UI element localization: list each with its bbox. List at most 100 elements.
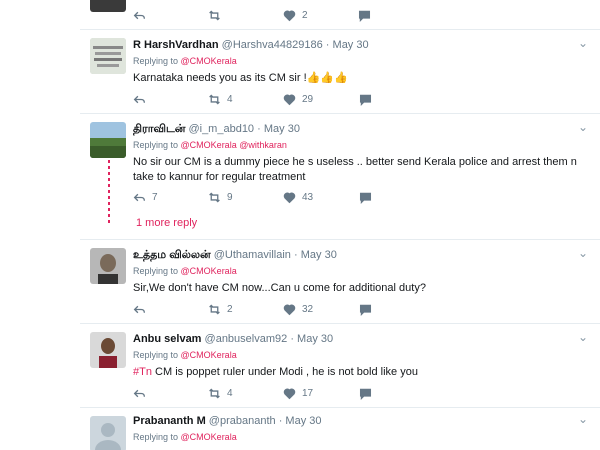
caret-down-icon[interactable]: ⌄ [578, 120, 588, 134]
timestamp[interactable]: May 30 [297, 333, 333, 345]
reply-icon [133, 11, 146, 19]
retweet-icon [209, 192, 220, 202]
default-avatar-icon [90, 416, 126, 450]
like-icon [283, 304, 296, 315]
retweet-action[interactable]: 2 [208, 303, 237, 316]
user-handle[interactable]: @prabananth [209, 415, 276, 427]
like-action[interactable]: 17 [283, 387, 313, 400]
like-action[interactable]: 29 [283, 93, 313, 106]
mention-link[interactable]: @CMOKerala [181, 56, 237, 66]
retweet-action[interactable]: 4 [208, 93, 237, 106]
avatar-image [90, 248, 126, 284]
avatar[interactable] [90, 416, 126, 450]
user-handle[interactable]: @Harshva44829186 [222, 39, 323, 51]
user-name[interactable]: Anbu selvam [133, 333, 201, 345]
tweet-actions: 2 [133, 8, 423, 22]
replying-to: Replying to @CMOKerala @withkaran [133, 140, 287, 150]
tweet-header: Prabananth M @prabananth · May 30 [133, 414, 590, 428]
replying-to: Replying to @CMOKerala [133, 350, 237, 360]
retweet-icon [209, 10, 220, 20]
avatar[interactable] [90, 248, 126, 284]
mention-link[interactable]: @CMOKerala [181, 266, 237, 276]
timestamp[interactable]: May 30 [333, 39, 369, 51]
like-icon [283, 388, 296, 399]
thread-line [108, 160, 110, 226]
hashtag-link[interactable]: #Tn [133, 366, 152, 378]
like-icon [283, 192, 296, 203]
mention-link[interactable]: @CMOKerala [181, 432, 237, 442]
tweet-body: R HarshVardhan @Harshva44829186 · May 30… [133, 38, 590, 86]
user-name[interactable]: Prabananth M [133, 415, 206, 427]
tweet-actions: 2 32 [133, 302, 424, 316]
dm-action[interactable] [359, 387, 378, 400]
retweet-icon [209, 388, 220, 398]
avatar[interactable] [90, 0, 126, 12]
dm-action[interactable] [359, 191, 378, 204]
tweet-body: Prabananth M @prabananth · May 30 Replyi… [133, 414, 590, 443]
separator: · [257, 123, 261, 135]
caret-down-icon[interactable]: ⌄ [578, 36, 588, 50]
retweet-action[interactable]: 9 [208, 191, 237, 204]
tweet-1: R HarshVardhan @Harshva44829186 · May 30… [80, 30, 600, 114]
reply-icon [133, 193, 146, 201]
timestamp[interactable]: May 30 [285, 415, 321, 427]
tweet-text: Sir,We don't have CM now...Can u come fo… [133, 282, 426, 294]
dm-icon [360, 192, 372, 204]
tweet-4: Anbu selvam @anbuselvam92 · May 30 Reply… [80, 324, 600, 408]
mention-link[interactable]: @withkaran [239, 140, 287, 150]
reply-icon [133, 389, 146, 397]
like-action[interactable]: 2 [283, 9, 312, 22]
like-icon [283, 10, 296, 21]
tweet-body: உத்தம வில்லன் @Uthamavillain · May 30 Re… [133, 248, 590, 296]
caret-down-icon[interactable]: ⌄ [578, 412, 588, 426]
reply-icon [133, 305, 146, 313]
user-handle[interactable]: @Uthamavillain [214, 249, 291, 261]
tweet-0: 2 [80, 0, 600, 30]
like-icon [283, 94, 296, 105]
retweet-action[interactable] [208, 9, 237, 22]
tweet-actions: 4 17 [133, 386, 424, 400]
dm-icon [360, 388, 372, 400]
tweet-5: Prabananth M @prabananth · May 30 Replyi… [80, 408, 600, 450]
user-name[interactable]: R HarshVardhan [133, 39, 219, 51]
timestamp[interactable]: May 30 [264, 123, 300, 135]
user-handle[interactable]: @i_m_abd10 [188, 123, 254, 135]
tweet-text: Karnataka needs you as its CM sir !👍👍👍 [133, 72, 348, 84]
more-reply-link[interactable]: 1 more reply [136, 217, 197, 229]
avatar-image [90, 332, 126, 368]
dm-action[interactable] [359, 93, 378, 106]
tweet-body: Anbu selvam @anbuselvam92 · May 30 Reply… [133, 332, 590, 380]
replying-to: Replying to @CMOKerala [133, 432, 237, 442]
avatar[interactable] [90, 332, 126, 368]
replying-to: Replying to @CMOKerala [133, 266, 237, 276]
retweet-action[interactable]: 4 [208, 387, 237, 400]
like-action[interactable]: 32 [283, 303, 313, 316]
separator: · [294, 249, 298, 261]
reply-action[interactable] [133, 303, 162, 316]
tweet-header: Anbu selvam @anbuselvam92 · May 30 [133, 332, 590, 346]
avatar[interactable] [90, 122, 126, 158]
tweet-actions: 7 9 43 [133, 190, 424, 204]
separator: · [278, 415, 283, 427]
mention-link[interactable]: @CMOKerala [181, 350, 237, 360]
reply-action[interactable] [133, 93, 162, 106]
caret-down-icon[interactable]: ⌄ [578, 330, 588, 344]
dm-action[interactable] [359, 303, 378, 316]
caret-down-icon[interactable]: ⌄ [578, 246, 588, 260]
avatar-image [90, 38, 126, 74]
reply-action[interactable] [133, 387, 162, 400]
timestamp[interactable]: May 30 [301, 249, 337, 261]
mention-link[interactable]: @CMOKerala [181, 140, 237, 150]
separator: · [325, 39, 330, 51]
dm-action[interactable] [358, 9, 377, 22]
reply-action[interactable] [133, 9, 162, 22]
user-name[interactable]: திராவிடன் [133, 123, 185, 135]
user-name[interactable]: உத்தம வில்லன் [133, 249, 211, 261]
user-handle[interactable]: @anbuselvam92 [205, 333, 288, 345]
separator: · [290, 333, 294, 345]
reply-action[interactable]: 7 [133, 191, 162, 204]
like-action[interactable]: 43 [283, 191, 313, 204]
avatar-image [90, 122, 126, 158]
avatar[interactable] [90, 38, 126, 74]
dm-icon [360, 304, 372, 316]
